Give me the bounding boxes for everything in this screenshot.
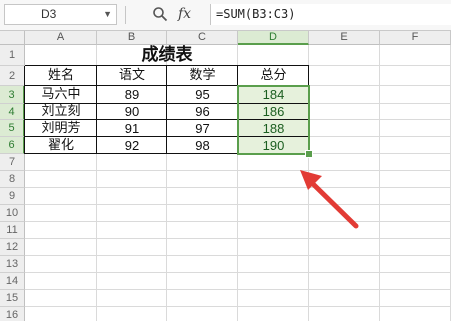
table-cell[interactable]: 刘立刻: [25, 104, 97, 120]
gridline-horizontal: [25, 204, 451, 205]
table-header-cell[interactable]: 总分: [238, 66, 309, 86]
select-all-corner[interactable]: [0, 31, 25, 45]
table-cell[interactable]: 98: [167, 137, 238, 154]
row-header-11[interactable]: 11: [0, 222, 25, 239]
column-header-e[interactable]: E: [309, 31, 380, 45]
row-header-6[interactable]: 6: [0, 137, 25, 154]
gridline-horizontal: [25, 221, 451, 222]
fill-handle[interactable]: [305, 150, 313, 158]
column-header-a[interactable]: A: [25, 31, 97, 45]
column-header-b[interactable]: B: [97, 31, 167, 45]
sheet-title[interactable]: 成绩表: [25, 45, 309, 66]
spreadsheet-grid[interactable]: A B C D E F 1 2 3 4 5 6 7 8 9 10 11 12 13 14 15 16 成绩表 姓名 语文 数学 总分…: [0, 31, 451, 321]
row-header-12[interactable]: 12: [0, 239, 25, 256]
table-cell[interactable]: 翟化: [25, 137, 97, 154]
row-header-1[interactable]: 1: [0, 45, 25, 66]
table-cell[interactable]: 95: [167, 86, 238, 104]
formula-bar: D3 ▼ fx =SUM(B3:C3): [0, 0, 451, 31]
gridline-horizontal: [25, 306, 451, 307]
name-box[interactable]: D3 ▼: [4, 4, 117, 25]
table-border-vertical: [96, 66, 97, 154]
formula-input[interactable]: =SUM(B3:C3): [210, 4, 451, 25]
gridline-horizontal: [25, 289, 451, 290]
row-header-2[interactable]: 2: [0, 66, 25, 86]
table-cell[interactable]: 96: [167, 104, 238, 120]
column-header-d[interactable]: D: [238, 31, 309, 45]
gridline-horizontal: [25, 187, 451, 188]
table-border-horizontal: [25, 65, 309, 66]
gridline-horizontal: [25, 272, 451, 273]
row-header-14[interactable]: 14: [0, 273, 25, 290]
gridline-horizontal: [25, 238, 451, 239]
row-header-4[interactable]: 4: [0, 104, 25, 120]
row-header-8[interactable]: 8: [0, 171, 25, 188]
table-header-cell[interactable]: 语文: [97, 66, 167, 86]
table-cell[interactable]: 89: [97, 86, 167, 104]
gridline-horizontal: [25, 170, 451, 171]
row-header-5[interactable]: 5: [0, 120, 25, 137]
column-header-c[interactable]: C: [167, 31, 238, 45]
formula-tools: fx: [148, 4, 208, 25]
table-border-vertical: [24, 66, 25, 154]
gridline-horizontal: [25, 255, 451, 256]
gridline-vertical: [379, 45, 380, 321]
row-header-3[interactable]: 3: [0, 86, 25, 104]
dropdown-arrow-icon[interactable]: ▼: [103, 5, 112, 24]
row-header-16[interactable]: 16: [0, 307, 25, 321]
row-header-9[interactable]: 9: [0, 188, 25, 205]
row-header-10[interactable]: 10: [0, 205, 25, 222]
table-header-cell[interactable]: 姓名: [25, 66, 97, 86]
table-cell[interactable]: 97: [167, 120, 238, 137]
table-header-cell[interactable]: 数学: [167, 66, 238, 86]
row-header-15[interactable]: 15: [0, 290, 25, 307]
row-header-7[interactable]: 7: [0, 154, 25, 171]
table-cell[interactable]: 90: [97, 104, 167, 120]
table-cell[interactable]: 91: [97, 120, 167, 137]
zoom-icon[interactable]: [152, 6, 168, 22]
table-cell[interactable]: 92: [97, 137, 167, 154]
table-cell[interactable]: 刘明芳: [25, 120, 97, 137]
table-border-vertical: [166, 66, 167, 154]
separator: [125, 6, 126, 24]
row-header-13[interactable]: 13: [0, 256, 25, 273]
column-header-f[interactable]: F: [380, 31, 451, 45]
fx-icon[interactable]: fx: [178, 4, 191, 24]
name-box-value: D3: [41, 7, 57, 21]
selection-range-box: [237, 85, 310, 155]
table-cell[interactable]: 马六中: [25, 86, 97, 104]
